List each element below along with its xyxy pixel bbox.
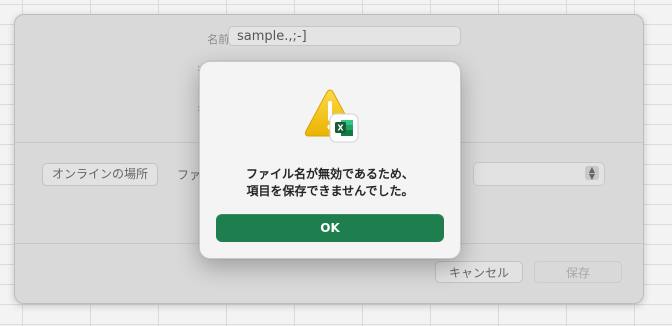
alert-message: ファイル名が無効であるため、 項目を保存できませんでした。 bbox=[212, 166, 448, 200]
file-format-label: ファ bbox=[177, 168, 202, 182]
warning-excel-icon: X bbox=[300, 89, 360, 145]
file-format-popup[interactable]: ▲ ▼ bbox=[473, 162, 605, 186]
ok-button[interactable]: OK bbox=[216, 214, 444, 242]
online-locations-button[interactable]: オンラインの場所 bbox=[42, 163, 159, 186]
alert-message-line: 項目を保存できませんでした。 bbox=[246, 184, 414, 198]
invalid-filename-alert: X ファイル名が無効であるため、 項目を保存できませんでした。 OK bbox=[199, 61, 461, 259]
svg-text:X: X bbox=[337, 124, 344, 133]
alert-message-line: ファイル名が無効であるため、 bbox=[246, 167, 414, 181]
save-button[interactable]: 保存 bbox=[534, 261, 622, 283]
filename-input[interactable]: sample.,;-] bbox=[228, 26, 461, 46]
chevron-updown-icon: ▲ ▼ bbox=[585, 166, 599, 181]
excel-badge-icon: X bbox=[329, 113, 359, 143]
cancel-button[interactable]: キャンセル bbox=[435, 261, 523, 283]
